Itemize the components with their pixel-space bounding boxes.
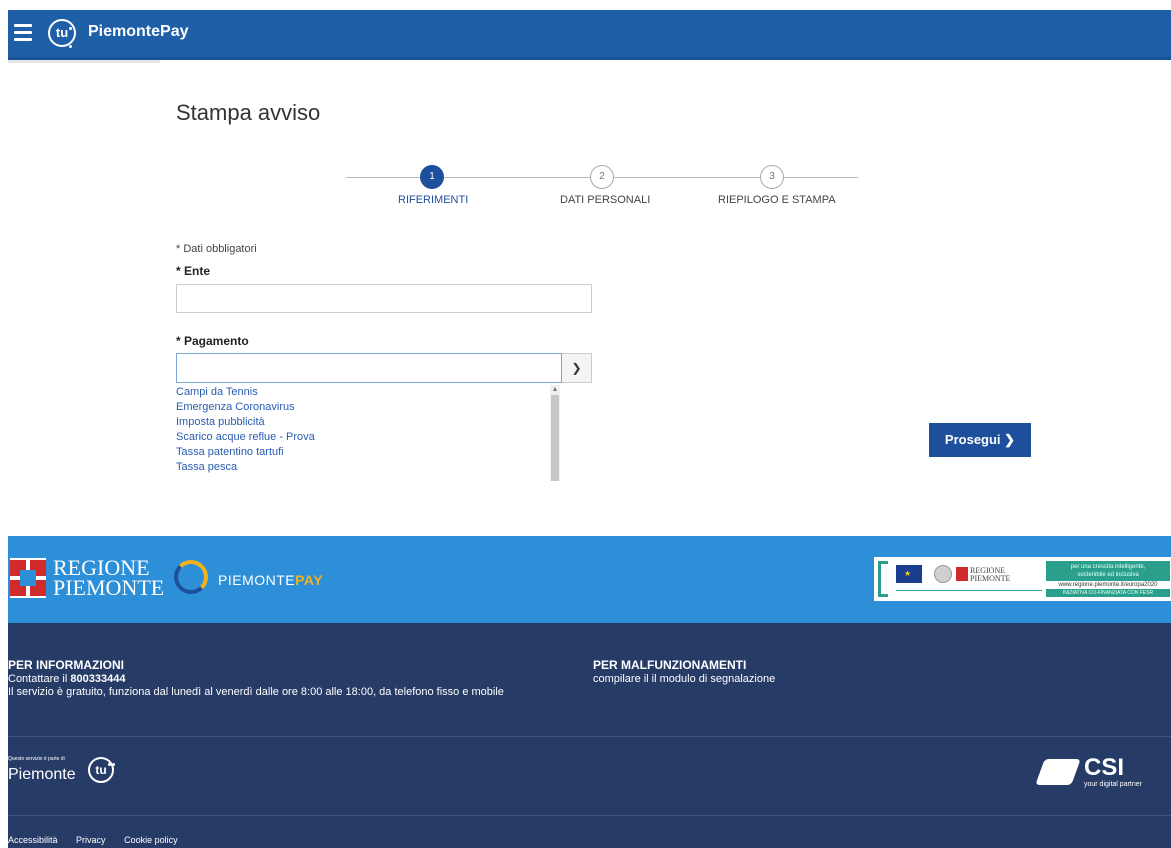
eu-band-line1: per una crescita intelligente, xyxy=(1070,564,1146,570)
step-2-circle: 2 xyxy=(590,165,614,189)
eu-divider xyxy=(896,590,1042,591)
piemonte-tu-dots xyxy=(108,753,116,766)
dropdown-option[interactable]: Imposta pubblicità xyxy=(176,414,562,430)
stepper-line xyxy=(784,177,858,178)
scroll-up-icon[interactable]: ▲ xyxy=(550,385,560,394)
piemontepay-wordmark: PIEMONTEPAY xyxy=(218,572,323,588)
eu-flag-icon: ★ xyxy=(896,565,922,583)
info-contact: Contattare il 800333444 xyxy=(8,673,125,685)
chevron-down-icon[interactable]: ❯ xyxy=(562,353,592,383)
info-contact-prefix: Contattare il xyxy=(8,673,71,685)
piemontepay-part1: PIEMONTE xyxy=(218,572,296,588)
step-1-label: RIFERIMENTI xyxy=(398,194,469,206)
dropdown-option[interactable]: Tassa pesca xyxy=(176,459,562,475)
brand-name[interactable]: PiemontePay xyxy=(88,23,188,41)
required-note: * Dati obbligatori xyxy=(176,243,257,255)
scroll-thumb[interactable] xyxy=(551,395,559,481)
footer-divider xyxy=(8,815,1171,816)
dropdown-option[interactable]: Campi da Tennis xyxy=(176,384,562,400)
regione-piemonte-logo[interactable]: REGIONE PIEMONTE xyxy=(10,557,164,602)
dropdown-option[interactable]: Tassa patentino tartufi xyxy=(176,444,562,460)
link-cookie-policy[interactable]: Cookie policy xyxy=(124,835,178,845)
eu-bracket xyxy=(878,561,888,597)
logo-dots xyxy=(69,17,75,48)
eu-band-url: www.regione.piemonte.it/europa2020 xyxy=(1046,581,1170,589)
link-accessibilita[interactable]: Accessibilità xyxy=(8,835,58,845)
app-header: tu PiemontePay xyxy=(8,10,1171,60)
eu-band-note: INIZIATIVA CO-FINANZIATA CON FESR xyxy=(1062,590,1154,596)
header-underline xyxy=(8,60,160,63)
stepper-line xyxy=(614,177,760,178)
italy-emblem-icon xyxy=(934,565,952,583)
top-strip xyxy=(0,0,1171,9)
prosegui-button[interactable]: Prosegui ❯ xyxy=(929,423,1031,457)
csi-name: CSI xyxy=(1084,754,1125,781)
regione-mini-text: REGIONE PIEMONTE xyxy=(970,566,1011,583)
regione-name: REGIONE PIEMONTE xyxy=(53,557,165,600)
step-1-circle: 1 xyxy=(420,165,444,189)
info-phone[interactable]: 800333444 xyxy=(70,673,125,685)
dropdown-option[interactable]: Scarico acque reflue - Prova xyxy=(176,429,562,445)
stepper-line xyxy=(346,177,420,178)
stepper: 1 2 3 RIFERIMENTI DATI PERSONALI RIEPILO… xyxy=(346,165,858,210)
piemonte-tu-logo-icon[interactable]: tu xyxy=(88,757,114,783)
hamburger-icon[interactable] xyxy=(14,24,32,41)
pagamento-label: * Pagamento xyxy=(176,334,249,348)
info-text: Il servizio è gratuito, funziona dal lun… xyxy=(8,686,504,698)
regione-line-2: PIEMONTE xyxy=(53,575,165,600)
footer-divider xyxy=(8,736,1171,737)
malf-title: PER MALFUNZIONAMENTI xyxy=(593,658,747,672)
regione-flag-icon xyxy=(10,558,46,598)
csi-tagline: your digital partner xyxy=(1084,781,1142,788)
piemontepay-ring-icon xyxy=(174,560,208,594)
stepper-line xyxy=(444,177,590,178)
csi-logo[interactable]: CSI your digital partner xyxy=(1035,754,1171,791)
regione-mini-flag-icon xyxy=(956,567,968,581)
step-3-circle: 3 xyxy=(760,165,784,189)
piemonte-tu-caption: Questo servizio è parte di xyxy=(8,756,65,762)
eu-funding-banner[interactable]: ★ REGIONE PIEMONTE per una crescita inte… xyxy=(874,557,1171,601)
malf-link[interactable]: compilare il il modulo di segnalazione xyxy=(593,673,775,685)
ente-input[interactable] xyxy=(176,284,592,313)
pagamento-dropdown-list: Campi da Tennis Emergenza Coronavirus Im… xyxy=(176,385,562,481)
csi-mark-icon xyxy=(1035,759,1081,785)
piemonte-tu-name[interactable]: Piemonte xyxy=(8,766,76,784)
pagamento-input[interactable] xyxy=(176,353,562,383)
step-3-label: RIEPILOGO E STAMPA xyxy=(718,194,836,206)
page-title: Stampa avviso xyxy=(176,100,321,125)
info-title: PER INFORMAZIONI xyxy=(8,658,124,672)
dropdown-option[interactable]: Emergenza Coronavirus xyxy=(176,399,562,415)
link-privacy[interactable]: Privacy xyxy=(76,835,106,845)
footer-links: Accessibilità Privacy Cookie policy xyxy=(8,835,194,845)
eu-green-band: per una crescita intelligente, sostenibi… xyxy=(1046,561,1170,597)
ente-label: * Ente xyxy=(176,264,211,278)
piemontepay-part2: PAY xyxy=(295,572,324,588)
footer: PER INFORMAZIONI Contattare il 800333444… xyxy=(8,623,1171,848)
step-2-label: DATI PERSONALI xyxy=(560,194,651,206)
eu-band-line2: sostenibile ed inclusiva xyxy=(1077,572,1139,578)
piemontepay-logo[interactable]: PIEMONTEPAY xyxy=(174,558,354,602)
dropdown-scrollbar[interactable]: ▲ xyxy=(550,385,560,481)
footer-logo-band: REGIONE PIEMONTE PIEMONTEPAY ★ REGIONE P… xyxy=(8,536,1171,623)
